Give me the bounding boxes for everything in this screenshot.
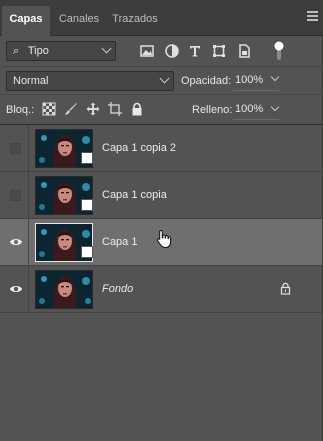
layer-name: Capa 1 [102,236,138,248]
tab-trazados[interactable]: Trazados [106,6,164,36]
search-icon: ⌕ [13,45,20,57]
layer-name: Fondo [102,283,134,295]
filter-kind-label: Tipo [27,45,49,57]
row-divider [28,266,29,312]
layers-list: Capa 1 copia 2 Capa 1 copia Capa 1 Fondo [0,124,323,314]
blend-mode-row: Normal Opacidad: 100% [0,66,323,94]
visibility-toggle-off[interactable] [10,190,21,201]
lock-label: Bloq.: [6,104,35,116]
layer-filter-row: ⌕ Tipo [0,36,323,66]
hand-cursor-icon [156,229,172,249]
lock-row: Bloq.: Relleno: 100% [0,94,323,122]
row-divider [28,172,29,218]
shape-filter-icon[interactable] [211,43,227,59]
lock-icon[interactable] [280,282,291,295]
panel-menu-icon[interactable] [307,11,319,21]
smart-object-filter-icon[interactable] [236,43,252,59]
lock-pixels-icon[interactable] [42,102,56,116]
layer-thumbnail [35,270,93,309]
panel-tab-bar: Capas Canales Trazados [0,0,323,36]
chevron-down-icon [101,43,112,54]
layer-name: Capa 1 copia 2 [102,142,176,154]
eye-icon[interactable] [9,236,23,248]
adjustment-filter-icon[interactable] [164,43,180,59]
row-divider [28,125,29,171]
fill-label: Relleno: [192,104,233,116]
fill-input[interactable]: 100% [233,100,279,120]
row-divider [28,219,29,265]
layer-name: Capa 1 copia [102,189,167,201]
layers-empty-area [0,314,323,441]
chevron-down-icon [159,73,170,84]
blend-mode-value: Normal [13,75,49,87]
smart-object-badge-icon [81,246,93,258]
layer-row[interactable]: Capa 1 copia 2 [0,125,323,172]
lock-all-icon[interactable] [130,102,144,116]
type-filter-icon[interactable] [187,43,203,59]
opacity-label: Opacidad: [181,75,232,87]
lock-artboard-icon[interactable] [108,102,122,116]
tab-capas[interactable]: Capas [2,6,50,36]
filter-toggle-icon[interactable] [272,40,286,62]
smart-object-badge-icon [81,199,93,211]
visibility-toggle-off[interactable] [10,143,21,154]
smart-object-badge-icon [81,152,93,164]
layer-row[interactable]: Capa 1 copia [0,172,323,219]
filter-kind-select[interactable]: ⌕ Tipo [6,41,116,61]
layer-row[interactable]: Fondo [0,266,323,313]
image-filter-icon[interactable] [139,43,155,59]
lock-image-pixels-icon[interactable] [64,102,78,116]
eye-icon[interactable] [9,283,23,295]
layers-panel: Capas Canales Trazados ⌕ Tipo Normal Opa… [0,0,323,441]
tab-canales[interactable]: Canales [52,6,106,36]
lock-position-icon[interactable] [86,102,100,116]
blend-mode-select[interactable]: Normal [6,71,174,91]
